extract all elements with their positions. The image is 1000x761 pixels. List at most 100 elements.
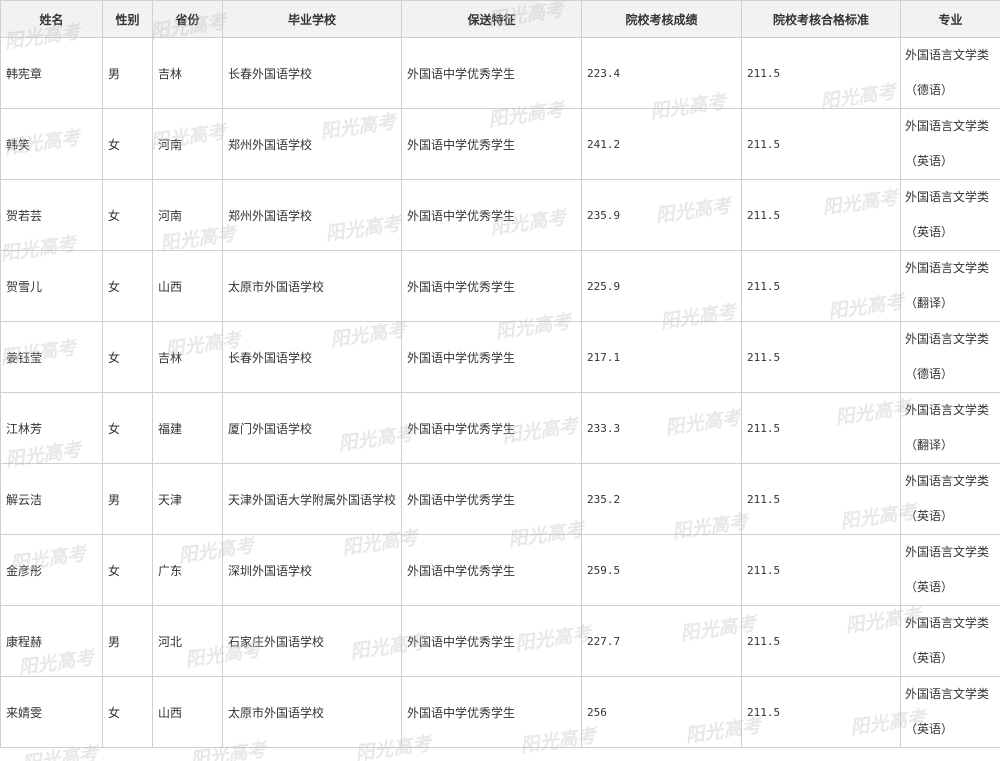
- header-name: 姓名: [0, 0, 103, 38]
- cell-province: 河南: [152, 179, 223, 251]
- admissions-table: 姓名 性别 省份 毕业学校 保送特征 院校考核成绩 院校考核合格标准 专业 韩宪…: [0, 0, 1000, 748]
- cell-standard: 211.5: [741, 463, 901, 535]
- cell-name: 韩宪章: [0, 37, 103, 109]
- major-line2: （英语）: [905, 651, 954, 665]
- cell-major: 外国语言文学类 （英语）: [900, 179, 1000, 251]
- major-line1: 外国语言文学类: [905, 119, 990, 133]
- cell-school: 郑州外国语学校: [222, 108, 402, 180]
- major-line1: 外国语言文学类: [905, 403, 990, 417]
- cell-name: 江林芳: [0, 392, 103, 464]
- major-line2: （翻译）: [905, 296, 954, 310]
- cell-school: 天津外国语大学附属外国语学校: [222, 463, 402, 535]
- major-line1: 外国语言文学类: [905, 545, 990, 559]
- cell-school: 厦门外国语学校: [222, 392, 402, 464]
- cell-feature: 外国语中学优秀学生: [401, 392, 582, 464]
- table-row: 金彦彤 女 广东 深圳外国语学校 外国语中学优秀学生 259.5 211.5 外…: [0, 534, 1000, 606]
- cell-standard: 211.5: [741, 605, 901, 677]
- table-row: 江林芳 女 福建 厦门外国语学校 外国语中学优秀学生 233.3 211.5 外…: [0, 392, 1000, 464]
- table-row: 康程赫 男 河北 石家庄外国语学校 外国语中学优秀学生 227.7 211.5 …: [0, 605, 1000, 677]
- cell-gender: 女: [102, 392, 153, 464]
- cell-gender: 女: [102, 321, 153, 393]
- cell-school: 长春外国语学校: [222, 321, 402, 393]
- cell-major: 外国语言文学类 （英语）: [900, 676, 1000, 748]
- cell-name: 贺雪儿: [0, 250, 103, 322]
- cell-province: 吉林: [152, 321, 223, 393]
- major-line2: （英语）: [905, 722, 954, 736]
- cell-name: 韩笑: [0, 108, 103, 180]
- major-line1: 外国语言文学类: [905, 332, 990, 346]
- cell-province: 河北: [152, 605, 223, 677]
- table-row: 韩笑 女 河南 郑州外国语学校 外国语中学优秀学生 241.2 211.5 外国…: [0, 108, 1000, 180]
- header-row: 姓名 性别 省份 毕业学校 保送特征 院校考核成绩 院校考核合格标准 专业: [0, 0, 1000, 38]
- cell-major: 外国语言文学类 （德语）: [900, 37, 1000, 109]
- cell-gender: 男: [102, 37, 153, 109]
- header-school: 毕业学校: [222, 0, 402, 38]
- cell-standard: 211.5: [741, 534, 901, 606]
- header-gender: 性别: [102, 0, 153, 38]
- cell-province: 天津: [152, 463, 223, 535]
- cell-major: 外国语言文学类 （英语）: [900, 108, 1000, 180]
- cell-school: 郑州外国语学校: [222, 179, 402, 251]
- major-line2: （翻译）: [905, 438, 954, 452]
- cell-gender: 女: [102, 250, 153, 322]
- cell-province: 河南: [152, 108, 223, 180]
- cell-feature: 外国语中学优秀学生: [401, 250, 582, 322]
- major-line1: 外国语言文学类: [905, 687, 990, 701]
- major-line1: 外国语言文学类: [905, 474, 990, 488]
- cell-school: 长春外国语学校: [222, 37, 402, 109]
- cell-school: 深圳外国语学校: [222, 534, 402, 606]
- cell-major: 外国语言文学类 （翻译）: [900, 250, 1000, 322]
- cell-feature: 外国语中学优秀学生: [401, 108, 582, 180]
- cell-standard: 211.5: [741, 676, 901, 748]
- cell-gender: 女: [102, 108, 153, 180]
- cell-gender: 女: [102, 179, 153, 251]
- cell-name: 来婧雯: [0, 676, 103, 748]
- cell-score: 217.1: [581, 321, 742, 393]
- table-row: 贺若芸 女 河南 郑州外国语学校 外国语中学优秀学生 235.9 211.5 外…: [0, 179, 1000, 251]
- cell-standard: 211.5: [741, 250, 901, 322]
- cell-name: 贺若芸: [0, 179, 103, 251]
- major-line1: 外国语言文学类: [905, 261, 990, 275]
- header-province: 省份: [152, 0, 223, 38]
- cell-major: 外国语言文学类 （英语）: [900, 605, 1000, 677]
- major-line2: （英语）: [905, 225, 954, 239]
- cell-standard: 211.5: [741, 321, 901, 393]
- major-line1: 外国语言文学类: [905, 190, 990, 204]
- cell-gender: 女: [102, 534, 153, 606]
- cell-score: 233.3: [581, 392, 742, 464]
- cell-gender: 男: [102, 605, 153, 677]
- cell-major: 外国语言文学类 （翻译）: [900, 392, 1000, 464]
- cell-score: 223.4: [581, 37, 742, 109]
- cell-standard: 211.5: [741, 392, 901, 464]
- cell-score: 227.7: [581, 605, 742, 677]
- cell-name: 金彦彤: [0, 534, 103, 606]
- cell-standard: 211.5: [741, 37, 901, 109]
- header-feature: 保送特征: [401, 0, 582, 38]
- major-line2: （英语）: [905, 509, 954, 523]
- cell-feature: 外国语中学优秀学生: [401, 463, 582, 535]
- cell-feature: 外国语中学优秀学生: [401, 179, 582, 251]
- table-row: 来婧雯 女 山西 太原市外国语学校 外国语中学优秀学生 256 211.5 外国…: [0, 676, 1000, 748]
- cell-score: 241.2: [581, 108, 742, 180]
- major-line2: （德语）: [905, 367, 954, 381]
- cell-name: 康程赫: [0, 605, 103, 677]
- cell-feature: 外国语中学优秀学生: [401, 37, 582, 109]
- cell-score: 259.5: [581, 534, 742, 606]
- cell-name: 解云洁: [0, 463, 103, 535]
- major-line1: 外国语言文学类: [905, 48, 990, 62]
- cell-score: 256: [581, 676, 742, 748]
- cell-school: 太原市外国语学校: [222, 250, 402, 322]
- table-row: 姜钰莹 女 吉林 长春外国语学校 外国语中学优秀学生 217.1 211.5 外…: [0, 321, 1000, 393]
- cell-province: 广东: [152, 534, 223, 606]
- major-line2: （英语）: [905, 154, 954, 168]
- cell-feature: 外国语中学优秀学生: [401, 605, 582, 677]
- cell-name: 姜钰莹: [0, 321, 103, 393]
- cell-major: 外国语言文学类 （英语）: [900, 534, 1000, 606]
- cell-school: 石家庄外国语学校: [222, 605, 402, 677]
- cell-province: 福建: [152, 392, 223, 464]
- table-row: 韩宪章 男 吉林 长春外国语学校 外国语中学优秀学生 223.4 211.5 外…: [0, 37, 1000, 109]
- cell-score: 225.9: [581, 250, 742, 322]
- cell-gender: 女: [102, 676, 153, 748]
- header-score: 院校考核成绩: [581, 0, 742, 38]
- major-line2: （德语）: [905, 83, 954, 97]
